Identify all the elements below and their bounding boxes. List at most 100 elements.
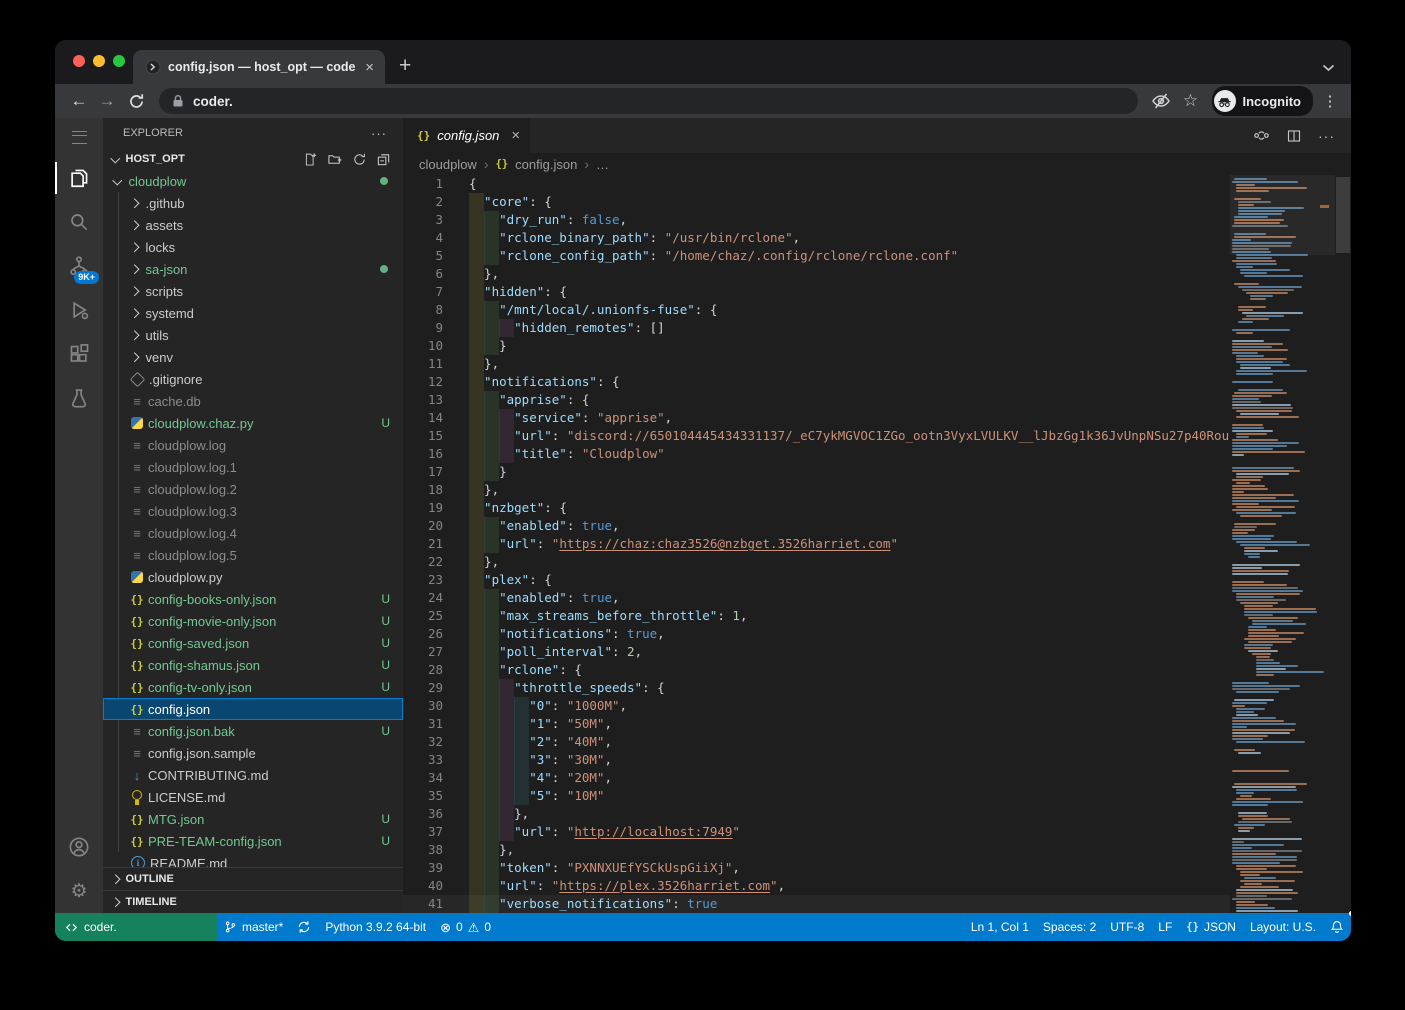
indentation-item[interactable]: Spaces: 2 — [1036, 913, 1103, 941]
bookmark-star-icon[interactable]: ☆ — [1176, 91, 1206, 111]
cursor-position-item[interactable]: Ln 1, Col 1 — [964, 913, 1036, 941]
code-line[interactable]: 15"url": "discord://650104445434331137/_… — [403, 427, 1230, 445]
tree-item-config-shamus.json[interactable]: {}config-shamus.jsonU — [103, 654, 403, 676]
tab-search-chevron-icon[interactable] — [1322, 64, 1335, 72]
git-branch-item[interactable]: master* — [217, 913, 290, 941]
tree-item-sa-json[interactable]: sa-json — [103, 258, 403, 280]
tree-item-config-books-only.json[interactable]: {}config-books-only.jsonU — [103, 588, 403, 610]
code-line[interactable]: 14"service": "apprise", — [403, 409, 1230, 427]
tree-item-config.json[interactable]: {}config.json — [103, 698, 403, 720]
code-line[interactable]: 4"rclone_binary_path": "/usr/bin/rclone"… — [403, 229, 1230, 247]
code-line[interactable]: 1{ — [403, 175, 1230, 193]
close-icon[interactable]: × — [506, 127, 520, 144]
tree-item-.gitignore[interactable]: .gitignore — [103, 368, 403, 390]
search-icon[interactable] — [55, 200, 103, 244]
code-line[interactable]: 31"1": "50M", — [403, 715, 1230, 733]
code-line[interactable]: 27"poll_interval": 2, — [403, 643, 1230, 661]
tree-item-README.md[interactable]: iREADME.md — [103, 852, 403, 867]
account-icon[interactable] — [55, 825, 103, 869]
refresh-icon[interactable] — [352, 152, 367, 167]
tree-item-config.json.bak[interactable]: ≡config.json.bakU — [103, 720, 403, 742]
language-mode-item[interactable]: {} JSON — [1179, 913, 1243, 941]
explorer-more-icon[interactable]: ··· — [371, 126, 387, 141]
run-debug-icon[interactable] — [55, 288, 103, 332]
split-editor-icon[interactable] — [1286, 128, 1302, 144]
code-line[interactable]: 30"0": "1000M", — [403, 697, 1230, 715]
tree-item-config.json.sample[interactable]: ≡config.json.sample — [103, 742, 403, 764]
code-line[interactable]: 19"nzbget": { — [403, 499, 1230, 517]
open-changes-icon[interactable] — [1253, 127, 1270, 144]
code-line[interactable]: 16"title": "Cloudplow" — [403, 445, 1230, 463]
code-line[interactable]: 33"3": "30M", — [403, 751, 1230, 769]
code-line[interactable]: 34"4": "20M", — [403, 769, 1230, 787]
new-folder-icon[interactable] — [327, 152, 343, 167]
code-line[interactable]: 12"notifications": { — [403, 373, 1230, 391]
code-line[interactable]: 8"/mnt/local/.unionfs-fuse": { — [403, 301, 1230, 319]
code-line[interactable]: 9"hidden_remotes": [] — [403, 319, 1230, 337]
tab-close-icon[interactable]: × — [362, 59, 377, 76]
address-bar[interactable]: coder. — [159, 88, 1138, 114]
breadcrumb-file[interactable]: config.json — [515, 157, 577, 172]
editor-tab-config-json[interactable]: {} config.json × — [403, 118, 530, 153]
tree-item-CONTRIBUTING.md[interactable]: ↓CONTRIBUTING.md — [103, 764, 403, 786]
workspace-section-header[interactable]: HOST_OPT — [103, 148, 403, 170]
outline-section[interactable]: OUTLINE — [103, 867, 403, 890]
zoom-window-button[interactable] — [113, 55, 125, 67]
explorer-icon[interactable] — [55, 156, 103, 200]
tree-item-cloudplow.log.3[interactable]: ≡cloudplow.log.3 — [103, 500, 403, 522]
problems-item[interactable]: ⊗ 0 ⚠ 0 — [433, 913, 498, 941]
code-line[interactable]: 22}, — [403, 553, 1230, 571]
browser-tab[interactable]: config.json — host_opt — code × — [133, 50, 385, 84]
tree-item-locks[interactable]: locks — [103, 236, 403, 258]
tree-item-config-saved.json[interactable]: {}config-saved.jsonU — [103, 632, 403, 654]
browser-menu-icon[interactable]: ⋮ — [1319, 92, 1341, 110]
code-line[interactable]: 13"apprise": { — [403, 391, 1230, 409]
reload-button[interactable] — [121, 93, 151, 110]
test-beaker-icon[interactable] — [55, 376, 103, 420]
encoding-item[interactable]: UTF-8 — [1103, 913, 1151, 941]
code-line[interactable]: 35"5": "10M" — [403, 787, 1230, 805]
code-line[interactable]: 18}, — [403, 481, 1230, 499]
close-window-button[interactable] — [73, 55, 85, 67]
back-button[interactable]: ← — [65, 91, 93, 111]
code-line[interactable]: 37"url": "http://localhost:7949" — [403, 823, 1230, 841]
eye-slash-icon[interactable] — [1146, 91, 1176, 111]
eol-item[interactable]: LF — [1151, 913, 1179, 941]
tree-item-utils[interactable]: utils — [103, 324, 403, 346]
tree-item-MTG.json[interactable]: {}MTG.jsonU — [103, 808, 403, 830]
tree-item-systemd[interactable]: systemd — [103, 302, 403, 324]
breadcrumb-folder[interactable]: cloudplow — [419, 157, 477, 172]
tree-item-cache.db[interactable]: ≡cache.db — [103, 390, 403, 412]
code-line[interactable]: 39"token": "PXNNXUEfYSCkUspGiiXj", — [403, 859, 1230, 877]
code-line[interactable]: 21"url": "https://chaz:chaz3526@nzbget.3… — [403, 535, 1230, 553]
tree-item-config-movie-only.json[interactable]: {}config-movie-only.jsonU — [103, 610, 403, 632]
code-line[interactable]: 25"max_streams_before_throttle": 1, — [403, 607, 1230, 625]
code-line[interactable]: 23"plex": { — [403, 571, 1230, 589]
code-line[interactable]: 6}, — [403, 265, 1230, 283]
code-line[interactable]: 10} — [403, 337, 1230, 355]
code-line[interactable]: 5"rclone_config_path": "/home/chaz/.conf… — [403, 247, 1230, 265]
tree-item-cloudplow.log.2[interactable]: ≡cloudplow.log.2 — [103, 478, 403, 500]
code-line[interactable]: 24"enabled": true, — [403, 589, 1230, 607]
tree-item-assets[interactable]: assets — [103, 214, 403, 236]
code-line[interactable]: 11}, — [403, 355, 1230, 373]
tree-item-cloudplow.log.4[interactable]: ≡cloudplow.log.4 — [103, 522, 403, 544]
remote-indicator[interactable]: coder. — [55, 913, 217, 941]
new-file-icon[interactable] — [303, 152, 318, 167]
code-line[interactable]: 36}, — [403, 805, 1230, 823]
tree-item-scripts[interactable]: scripts — [103, 280, 403, 302]
tree-item-cloudplow.log.1[interactable]: ≡cloudplow.log.1 — [103, 456, 403, 478]
code-line[interactable]: 41"verbose_notifications": true — [403, 895, 1230, 913]
code-editor[interactable]: 1{2"core": {3"dry_run": false,4"rclone_b… — [403, 175, 1230, 913]
timeline-section[interactable]: TIMELINE — [103, 890, 403, 913]
tree-item-LICENSE.md[interactable]: LICENSE.md — [103, 786, 403, 808]
tree-item-cloudplow.py[interactable]: cloudplow.py — [103, 566, 403, 588]
extensions-icon[interactable] — [55, 332, 103, 376]
code-line[interactable]: 3"dry_run": false, — [403, 211, 1230, 229]
source-control-icon[interactable]: 9K+ — [55, 244, 103, 288]
tree-item-cloudplow.log.5[interactable]: ≡cloudplow.log.5 — [103, 544, 403, 566]
collapse-all-icon[interactable] — [376, 152, 391, 167]
tree-item-.github[interactable]: .github — [103, 192, 403, 214]
editor-more-icon[interactable]: ··· — [1318, 128, 1335, 144]
code-line[interactable]: 17} — [403, 463, 1230, 481]
